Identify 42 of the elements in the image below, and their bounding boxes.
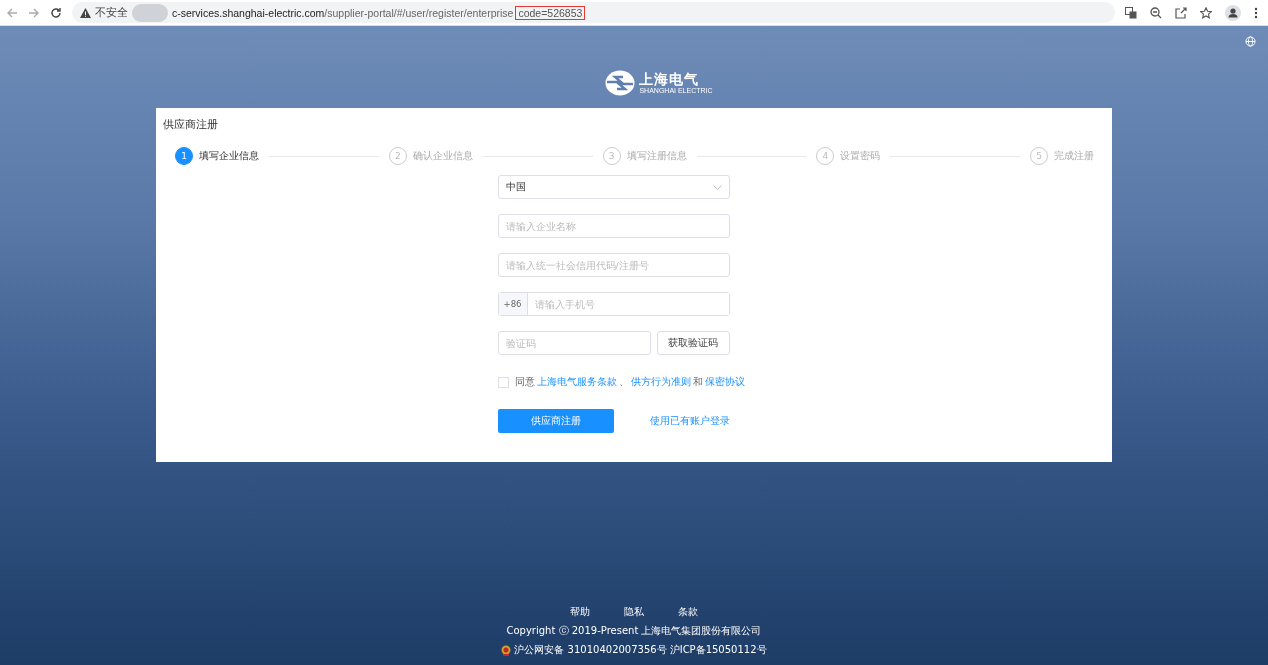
get-code-button[interactable]: 获取验证码 [656, 331, 730, 355]
chevron-down-icon [712, 184, 722, 190]
step-label: 设置密码 [840, 149, 881, 163]
url-highlight: code=526853 [515, 5, 586, 20]
country-select[interactable]: 中国 [497, 175, 730, 199]
warning-icon [80, 7, 91, 18]
step-label: 确认企业信息 [412, 149, 473, 163]
police-record-text[interactable]: 沪公网安备 31010402007356号 [514, 643, 667, 657]
footer-link[interactable]: 条款 [678, 605, 698, 619]
step-label: 完成注册 [1054, 149, 1094, 163]
logo-icon [605, 70, 636, 96]
url-host: c-services.shanghai-electric.com [172, 6, 325, 19]
menu-icon[interactable] [1254, 6, 1258, 19]
company-name-input[interactable]: 请输入企业名称 [497, 214, 730, 238]
step-label: 填写注册信息 [626, 149, 687, 163]
reload-icon[interactable] [50, 6, 62, 19]
separator-text: 、 [618, 375, 629, 389]
footer-link[interactable]: 帮助 [570, 605, 590, 619]
profile-icon[interactable] [1225, 4, 1241, 21]
address-bar[interactable]: 不安全 c-services.shanghai-electric.com/supplier-portal/#/user/register/enterprise code=526853 [72, 2, 1115, 23]
police-emblem-icon [501, 644, 512, 656]
footer-link[interactable]: 隐私 [624, 605, 644, 619]
star-icon[interactable] [1200, 6, 1212, 19]
zoom-out-icon[interactable] [1150, 6, 1162, 19]
phone-prefix: +86 [498, 293, 528, 315]
phone-field[interactable]: +86 请输入手机号 [497, 292, 730, 316]
step-number: 1 [175, 147, 193, 165]
agreement-text: 同意 [514, 375, 535, 389]
verification-code-input[interactable]: 验证码 [497, 331, 651, 355]
icp-record-text[interactable]: 沪ICP备15050112号 [669, 643, 767, 657]
share-icon[interactable] [1175, 6, 1187, 19]
blurred-block [132, 3, 168, 22]
url-path: /supplier-portal/#/user/register/enterprise [324, 6, 514, 19]
card-title: 供应商注册 [163, 118, 219, 132]
copyright-text: Copyright ⓒ 2019-Present 上海电气集团股份有限公司 [506, 624, 762, 638]
conjunction-text: 和 [692, 375, 703, 389]
agreement-checkbox[interactable] [497, 376, 509, 388]
logo-name: 上海电气 [639, 71, 701, 87]
globe-icon[interactable] [1245, 36, 1256, 47]
translate-icon[interactable] [1125, 6, 1137, 19]
security-label: 不安全 [95, 5, 128, 20]
step-label: 填写企业信息 [199, 149, 259, 163]
